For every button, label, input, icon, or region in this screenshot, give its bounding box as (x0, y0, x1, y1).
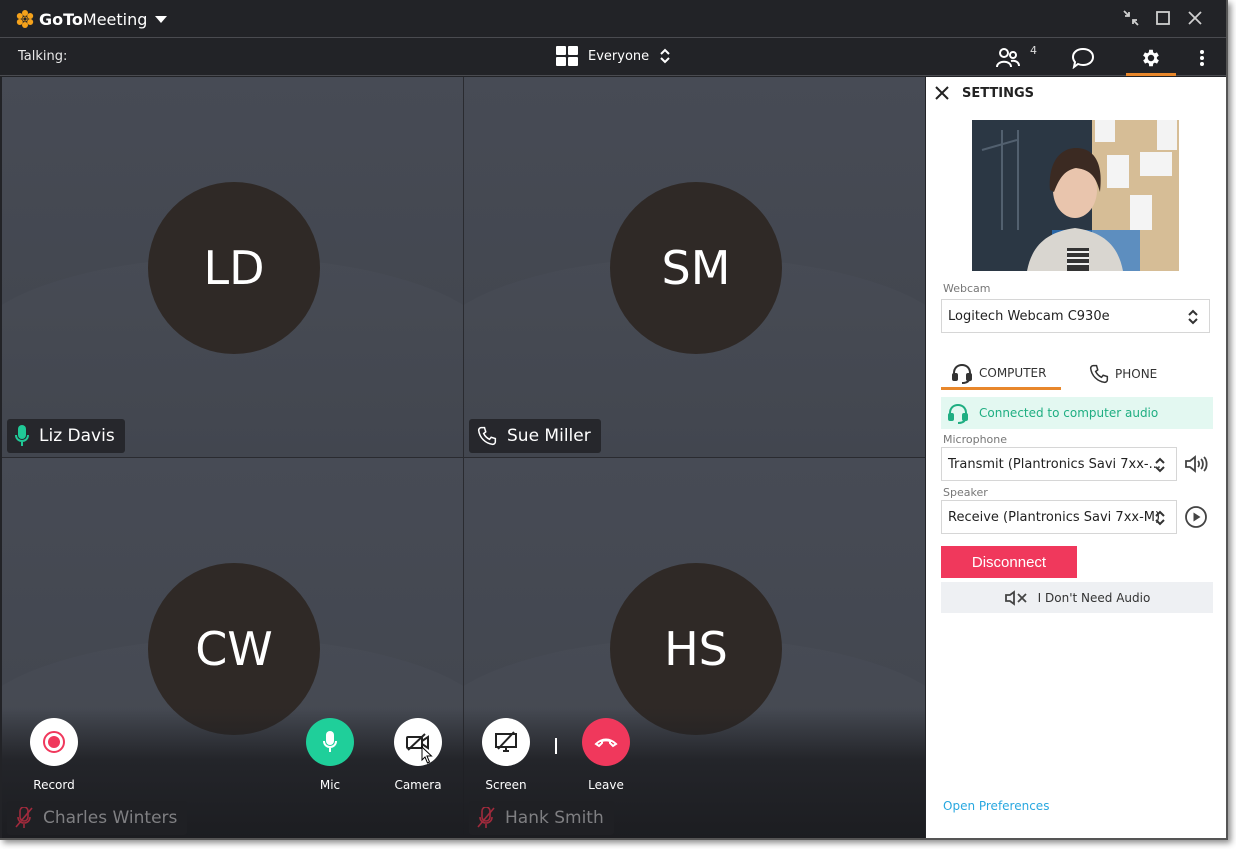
participant-nametag: Charles Winters (7, 801, 188, 835)
speaker-label: Speaker (943, 486, 988, 499)
app-window: GoTo Meeting Talking: Everyone 4 LD Liz … (0, 0, 1228, 840)
camera-button[interactable]: Camera (378, 718, 458, 792)
webcam-select[interactable]: Logitech Webcam C930e (941, 299, 1210, 333)
microphone-label: Microphone (943, 433, 1008, 446)
speaker-select[interactable]: Receive (Plantronics Savi 7xx-M) (941, 500, 1177, 534)
settings-button[interactable] (1126, 39, 1176, 76)
chat-button[interactable] (1058, 39, 1108, 76)
participant-tile: LD Liz Davis (2, 77, 463, 457)
participant-name: Liz Davis (39, 426, 115, 446)
settings-panel: SETTINGS Webcam Logitech Webcam C930e CO… (926, 77, 1226, 838)
talking-label: Talking: (18, 49, 68, 64)
phone-icon (1089, 364, 1109, 384)
headset-icon (952, 363, 972, 384)
grid-view-icon (556, 46, 578, 66)
tab-computer[interactable]: COMPUTER (941, 358, 1061, 390)
no-audio-label: I Don't Need Audio (1037, 590, 1151, 605)
gotomeeting-logo-icon (16, 10, 34, 28)
webcam-label: Webcam (943, 282, 991, 295)
view-selector-label: Everyone (588, 48, 650, 64)
open-preferences-link[interactable]: Open Preferences (943, 799, 1049, 813)
participant-name: Sue Miller (507, 426, 591, 446)
record-label: Record (33, 778, 75, 792)
chat-bubble-icon (1071, 47, 1095, 69)
up-down-chevron-icon (1155, 457, 1165, 473)
title-bar: GoTo Meeting (0, 0, 1226, 38)
webcam-value: Logitech Webcam C930e (948, 308, 1110, 324)
participant-nametag: Hank Smith (469, 801, 614, 835)
microphone-active-icon (15, 425, 29, 446)
brand-name-bold: GoTo (39, 9, 83, 29)
screen-share-button[interactable]: Screen (466, 718, 546, 792)
microphone-muted-icon (477, 807, 495, 828)
record-button[interactable]: Record (14, 718, 94, 792)
gear-icon (1143, 49, 1159, 66)
leave-button[interactable]: Leave (566, 718, 646, 792)
webcam-preview (972, 120, 1179, 271)
microphone-icon (323, 731, 337, 752)
close-settings-icon[interactable] (934, 85, 950, 101)
up-down-chevron-icon (1188, 309, 1198, 325)
participant-name: Charles Winters (43, 808, 178, 828)
leave-label: Leave (588, 778, 624, 792)
more-options-button[interactable] (1192, 39, 1212, 76)
call-controls-bar: Record Mic Camera Screen Leave Charles W… (2, 708, 925, 838)
mic-button[interactable]: Mic (290, 718, 370, 792)
close-window-icon[interactable] (1186, 9, 1204, 27)
attendees-button[interactable]: 4 (984, 39, 1037, 76)
avatar: SM (610, 182, 782, 354)
audio-mode-tabs: COMPUTER PHONE (941, 358, 1213, 390)
speaker-volume-icon (1185, 455, 1208, 473)
tab-phone-label: PHONE (1115, 367, 1158, 381)
mic-label: Mic (319, 778, 341, 792)
brand-name-light: Meeting (82, 9, 148, 29)
meeting-toolbar: Talking: Everyone 4 (0, 39, 1226, 76)
speaker-test-button[interactable] (1183, 504, 1209, 530)
people-icon (996, 47, 1020, 67)
participant-name: Hank Smith (505, 808, 604, 828)
mic-test-button[interactable] (1183, 453, 1209, 475)
caret-down-icon (155, 15, 168, 23)
tab-computer-label: COMPUTER (979, 365, 1047, 380)
play-icon (1185, 506, 1207, 528)
tab-phone[interactable]: PHONE (1089, 358, 1199, 390)
view-selector[interactable]: Everyone (556, 46, 671, 66)
hang-up-icon (594, 738, 618, 748)
participant-nametag: Liz Davis (7, 419, 125, 453)
mouse-cursor-icon (421, 746, 433, 764)
screen-share-off-icon (495, 731, 517, 752)
audio-status-text: Connected to computer audio (979, 406, 1159, 420)
video-grid: LD Liz Davis SM Sue Miller CW HS Record … (2, 77, 925, 838)
app-menu[interactable]: GoTo Meeting (15, 9, 168, 29)
more-vertical-icon (1200, 49, 1204, 66)
audio-status-banner: Connected to computer audio (941, 397, 1213, 429)
controls-divider (555, 738, 557, 754)
up-down-chevron-icon (660, 48, 670, 64)
microphone-select[interactable]: Transmit (Plantronics Savi 7xx-... (941, 447, 1177, 481)
speaker-mute-icon (1004, 589, 1027, 606)
camera-label: Camera (394, 778, 442, 792)
microphone-value: Transmit (Plantronics Savi 7xx-... (948, 456, 1162, 472)
attendee-count: 4 (1030, 44, 1037, 57)
avatar: LD (148, 182, 320, 354)
speaker-value: Receive (Plantronics Savi 7xx-M) (948, 509, 1161, 525)
no-audio-button[interactable]: I Don't Need Audio (941, 582, 1213, 613)
participant-nametag: Sue Miller (469, 419, 601, 453)
phone-icon (477, 426, 497, 446)
maximize-icon[interactable] (1154, 9, 1172, 27)
up-down-chevron-icon (1155, 510, 1165, 526)
record-icon (43, 731, 65, 753)
participant-tile: SM Sue Miller (464, 77, 925, 457)
headset-connected-icon (948, 403, 968, 424)
screen-label: Screen (485, 778, 527, 792)
microphone-muted-icon (15, 807, 33, 828)
settings-title: SETTINGS (962, 85, 1035, 101)
disconnect-button[interactable]: Disconnect (941, 546, 1077, 578)
minimize-compact-icon[interactable] (1122, 9, 1140, 27)
